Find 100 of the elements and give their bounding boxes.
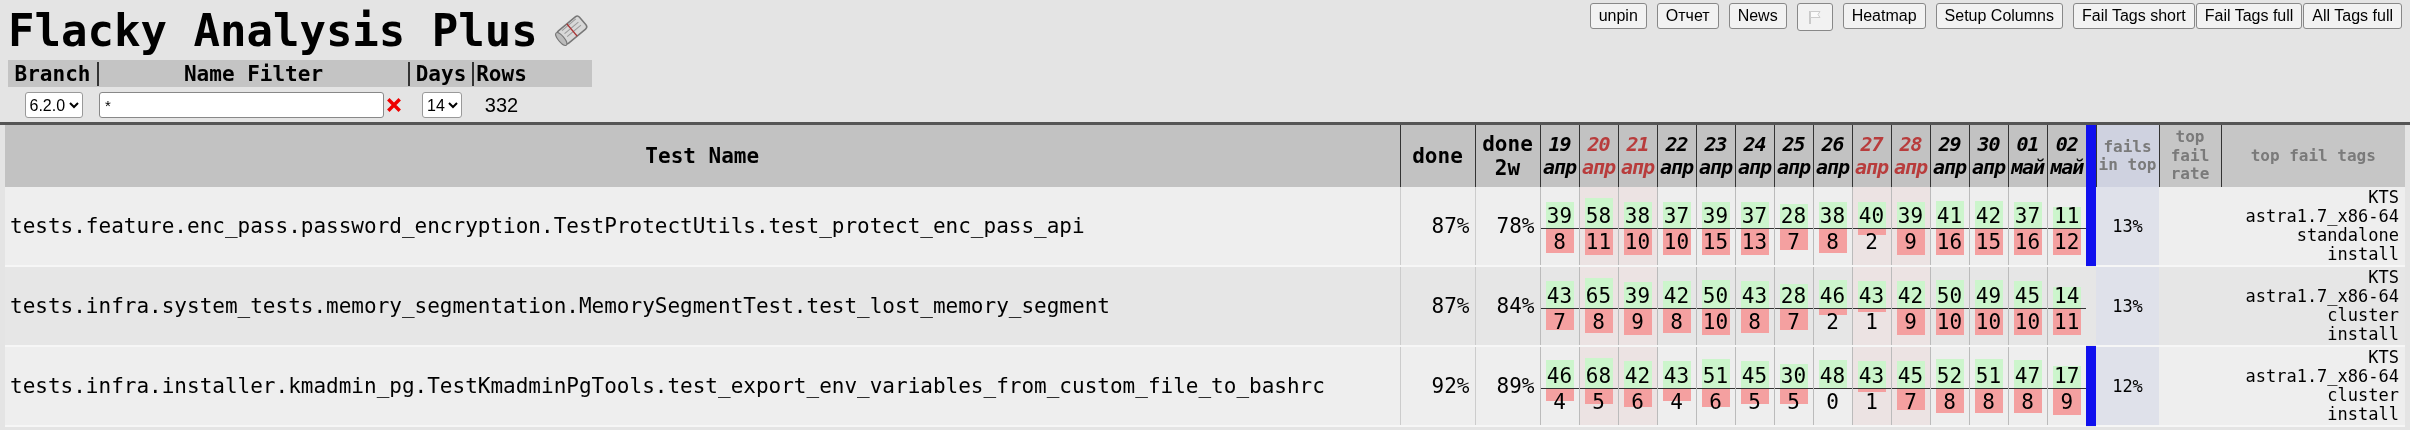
passed-count: 17 xyxy=(2052,366,2081,388)
failed-count: 9 xyxy=(1896,228,1925,257)
done-2w-cell: 78% xyxy=(1475,187,1540,266)
passed-count: 37 xyxy=(1740,202,1769,228)
failed-count: 10 xyxy=(1662,228,1691,257)
passed-count: 43 xyxy=(1662,360,1691,388)
toolbar-button[interactable]: News xyxy=(1728,3,1787,29)
date-header[interactable]: 23 апр xyxy=(1696,125,1735,187)
passed-count: 38 xyxy=(1818,201,1847,228)
passed-count: 51 xyxy=(1701,359,1730,388)
done-2w-cell: 84% xyxy=(1475,266,1540,346)
fail-tag: astra1.7_x86-64 xyxy=(2221,207,2399,226)
fail-tag: KTS xyxy=(2221,188,2399,207)
passed-count: 30 xyxy=(1779,363,1808,388)
passed-count: 39 xyxy=(1623,281,1652,308)
toolbar-button[interactable]: All Tags full xyxy=(2303,3,2402,29)
passed-count: 46 xyxy=(1545,360,1574,388)
passed-count: 46 xyxy=(1818,280,1847,308)
passed-count: 28 xyxy=(1779,283,1808,308)
flag-button[interactable] xyxy=(1796,3,1833,31)
date-header[interactable]: 29 апр xyxy=(1930,125,1969,187)
failed-count: 15 xyxy=(1974,228,2003,257)
date-header[interactable]: 26 апр xyxy=(1813,125,1852,187)
failed-count: 10 xyxy=(1623,228,1652,257)
passed-count: 43 xyxy=(1857,280,1886,308)
name-filter-field[interactable]: * xyxy=(99,92,384,118)
passed-count: 50 xyxy=(1701,279,1730,308)
date-header[interactable]: 22 апр xyxy=(1657,125,1696,187)
test-name-cell[interactable]: tests.infra.installer.kmadmin_pg.TestKmadminPgTools.test_export_env_variables_from_custom_file_to_bashrc xyxy=(5,346,1400,426)
column-header[interactable]: Test Name xyxy=(5,125,1400,187)
filter-header: Rows xyxy=(475,61,528,86)
passed-count: 39 xyxy=(1545,201,1574,228)
flag-icon xyxy=(1806,9,1823,25)
failed-count: 10 xyxy=(1701,308,1730,337)
done-2w-cell: 89% xyxy=(1475,346,1540,426)
fails-in-top-cell: 13% xyxy=(2096,187,2159,266)
toolbar-button[interactable]: unpin xyxy=(1589,3,1647,29)
fails-in-top-cell: 12% xyxy=(2096,346,2159,426)
passed-count: 38 xyxy=(1623,201,1652,228)
fail-tag: KTS xyxy=(2221,348,2399,367)
date-header[interactable]: 30 апр xyxy=(1969,125,2008,187)
passed-count: 43 xyxy=(1740,280,1769,308)
failed-count: 10 xyxy=(2013,308,2042,337)
failed-count: 9 xyxy=(1623,308,1652,337)
failed-count: 15 xyxy=(1701,228,1730,257)
passed-count: 47 xyxy=(2013,360,2042,388)
passed-count: 43 xyxy=(1857,360,1886,388)
passed-count: 42 xyxy=(1662,281,1691,308)
fail-tag: install xyxy=(2221,245,2399,264)
passed-count: 58 xyxy=(1584,197,1613,228)
fail-tag: astra1.7_x86-64 xyxy=(2221,367,2399,386)
fail-tag: standalone xyxy=(2221,226,2399,245)
passed-count: 45 xyxy=(2013,280,2042,308)
done-cell: 92% xyxy=(1400,346,1475,426)
days-select[interactable]: 14 xyxy=(422,92,462,118)
date-header[interactable]: 01 май xyxy=(2008,125,2047,187)
passed-count: 45 xyxy=(1896,360,1925,388)
passed-count: 41 xyxy=(1935,201,1964,228)
passed-count: 39 xyxy=(1701,201,1730,228)
fail-tag: cluster xyxy=(2221,306,2399,325)
fail-tag: cluster xyxy=(2221,386,2399,405)
toolbar-button[interactable]: Fail Tags full xyxy=(2195,3,2303,29)
column-header[interactable]: done 2w xyxy=(1475,125,1540,187)
failed-count: 11 xyxy=(2052,308,2081,337)
rows-count: 332 xyxy=(484,93,519,117)
passed-count: 14 xyxy=(2052,286,2081,308)
passed-count: 49 xyxy=(1974,279,2003,308)
failed-count: 10 xyxy=(1974,308,2003,337)
failed-count: 9 xyxy=(2052,388,2081,417)
passed-count: 65 xyxy=(1584,277,1613,308)
failed-count: 12 xyxy=(2052,228,2081,257)
failed-count: 9 xyxy=(1896,308,1925,337)
fail-tag: install xyxy=(2221,405,2399,424)
branch-select[interactable]: 6.2.0 xyxy=(24,92,83,118)
date-header[interactable]: 02 май xyxy=(2047,125,2086,187)
toolbar-button[interactable]: Setup Columns xyxy=(1935,3,2063,29)
passed-count: 28 xyxy=(1779,203,1808,228)
toolbar-button[interactable]: Отчет xyxy=(1656,3,1719,29)
passed-count: 42 xyxy=(1974,201,2003,228)
fails-in-top-cell: 13% xyxy=(2096,266,2159,346)
column-header[interactable]: done xyxy=(1400,125,1475,187)
fail-tag: astra1.7_x86-64 xyxy=(2221,287,2399,306)
passed-count: 48 xyxy=(1818,359,1847,388)
date-header[interactable]: 19 апр xyxy=(1540,125,1579,187)
toolbar-button[interactable]: Heatmap xyxy=(1842,3,1926,29)
toolbar-button[interactable]: Fail Tags short xyxy=(2072,3,2195,29)
fail-tag: KTS xyxy=(2221,268,2399,287)
passed-count: 11 xyxy=(2052,207,2081,228)
passed-count: 52 xyxy=(1935,359,1964,388)
test-name-cell[interactable]: tests.infra.system_tests.memory_segmentation.MemorySegmentTest.test_lost_memory_segment xyxy=(5,266,1400,346)
date-header[interactable]: 24 апр xyxy=(1735,125,1774,187)
passed-count: 37 xyxy=(1662,202,1691,228)
passed-count: 68 xyxy=(1584,357,1613,388)
clear-icon[interactable] xyxy=(386,97,402,113)
done-cell: 87% xyxy=(1400,187,1475,266)
passed-count: 39 xyxy=(1896,201,1925,228)
test-name-cell[interactable]: tests.feature.enc_pass.password_encryption.TestProtectUtils.test_protect_enc_pass_api xyxy=(5,187,1400,266)
failed-count: 11 xyxy=(1584,228,1613,257)
filter-header: Name Filter xyxy=(99,61,410,86)
date-header[interactable]: 25 апр xyxy=(1774,125,1813,187)
